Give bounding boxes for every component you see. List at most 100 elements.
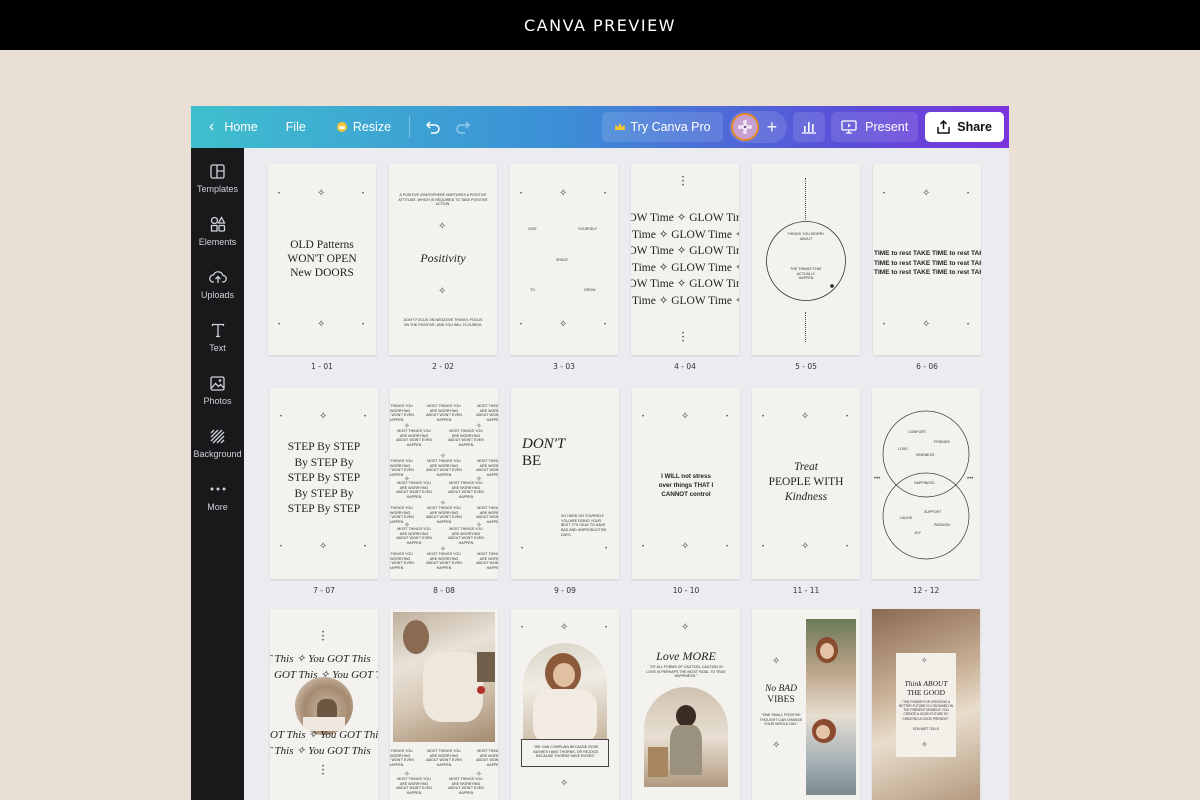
dot-icon: • — [278, 191, 281, 197]
page-thumbnail-15[interactable]: ✧ • • "WE CAN COMPLAIN BECAUSE ROSE BUSH… — [511, 609, 619, 800]
page-6-pattern: TIME to rest TAKE TIME to rest TAKE TIME… — [874, 250, 981, 276]
dot-icon: • — [280, 414, 283, 420]
add-collaborator-icon[interactable]: + — [767, 118, 778, 136]
page-thumbnail-16[interactable]: ✧ Love MORE "OF ALL FORMS OF CAUTION, CA… — [632, 609, 740, 800]
page-thumbnail-9[interactable]: DON'T BE SO HARD ON YOURSELF. YOU ARE DO… — [511, 388, 619, 579]
share-icon — [937, 120, 950, 134]
page-label: 4 - 04 — [674, 362, 696, 371]
page-thumbnail-4[interactable]: ••• GLOW Time ✧ GLOW Time ✧ GLOW GLOW Ti… — [631, 164, 739, 355]
photo-apple — [477, 686, 485, 694]
sparkle-icon: ✧ — [560, 778, 569, 789]
page-17-headline: No BAD VIBES — [765, 684, 797, 705]
undo-button[interactable] — [418, 112, 448, 142]
sparkle-icon: ✧ — [319, 411, 328, 422]
share-label: Share — [957, 120, 992, 134]
page-thumbnail-10[interactable]: ✧ • • I WILL not stress over things THAT… — [632, 388, 740, 579]
dotted-line: • • • — [682, 331, 685, 345]
page-thumbnail-17[interactable]: ✧ No BAD VIBES "ONE SMALL POSITIVE THOUG… — [752, 609, 860, 800]
dotted-line — [805, 312, 806, 342]
sidebar-item-more[interactable]: More — [191, 478, 244, 526]
sidebar-item-elements[interactable]: Elements — [191, 213, 244, 261]
dot-icon: • — [642, 414, 645, 420]
page-thumbnail-7[interactable]: ✧ • • STEP By STEP By STEP By STEP By ST… — [270, 388, 378, 579]
text-icon — [211, 323, 224, 337]
avatar[interactable] — [730, 113, 759, 141]
sparkle-icon: ✧ — [801, 541, 810, 552]
photo-head — [403, 620, 429, 654]
sparkle-icon: ✧ — [922, 319, 931, 330]
share-button[interactable]: Share — [925, 112, 1004, 142]
file-menu-button[interactable]: File — [278, 112, 314, 142]
sparkle-icon: ✧ — [921, 656, 928, 665]
word: YOURSELF — [578, 227, 598, 231]
text-line: New DOORS — [290, 267, 354, 279]
page-thumbnail-8[interactable]: MOST THINGS YOU ARE WORRYING ABOUT WON'T… — [390, 388, 498, 579]
photo-body — [670, 725, 702, 775]
page-thumbnail-11[interactable]: ✧ • • Treat PEOPLE WITH Kindness ✧ • • — [752, 388, 860, 579]
flower-avatar-icon — [737, 120, 752, 134]
present-icon — [841, 120, 857, 134]
sidebar-item-templates[interactable]: Templates — [191, 160, 244, 208]
sidebar-item-text[interactable]: Text — [191, 319, 244, 367]
toolbar-divider — [409, 116, 411, 138]
page-7-text: STEP By STEP By STEP By STEP By STEP By … — [287, 441, 361, 515]
try-pro-label: Try Canva Pro — [630, 120, 711, 134]
word: GROW — [584, 288, 596, 292]
dot-icon: • — [520, 191, 523, 197]
page-thumbnail-14[interactable]: MOST THINGS YOU ARE WORRYING ABOUT WON'T… — [390, 609, 498, 800]
sparkle-icon: ✧ — [772, 656, 781, 667]
photo-detail — [477, 652, 495, 682]
page-label: 6 - 06 — [916, 362, 938, 371]
page-thumbnail-3[interactable]: ✧ • • GIVE YOURSELF SPACE TO GROW ✧ • • — [510, 164, 618, 355]
dot-icon: • — [967, 191, 970, 197]
page-thumbnail-5[interactable]: THINGS YOU WORRY ABOUT THE THINGS THAT A… — [752, 164, 860, 355]
present-button[interactable]: Present — [831, 112, 919, 142]
photo-sweater — [533, 689, 597, 743]
page-label: 12 - 12 — [912, 586, 940, 595]
dotted-line — [805, 178, 806, 220]
page-thumbnail-18[interactable]: ✧ Think ABOUT THE GOOD "THE POWER FOR CR… — [872, 609, 980, 800]
templates-icon — [210, 163, 225, 179]
dot-icon: • — [521, 625, 524, 631]
word: TO — [530, 288, 535, 292]
page-thumbnail-12[interactable]: COMFORT FRIENDS LOVE KINDNESS HAPPINESS … — [872, 388, 980, 579]
sidebar: Templates Elements Uploads Text Photos B… — [191, 148, 244, 800]
toolbar: ‹ Home File Resize Try Canva Pro + Prese… — [191, 106, 1009, 148]
sidebar-item-photos[interactable]: Photos — [191, 372, 244, 420]
dot-icon: • — [883, 322, 886, 328]
page-label: 2 - 02 — [432, 362, 454, 371]
chevron-left-icon: ‹ — [209, 118, 215, 135]
page-label: 5 - 05 — [795, 362, 817, 371]
redo-button[interactable] — [448, 112, 478, 142]
page-thumbnail-1[interactable]: ✧ • • OLD Patterns WON'T OPEN New DOORS … — [268, 164, 376, 355]
collaborators: + — [728, 111, 788, 143]
dot-icon: • — [642, 544, 645, 550]
photo-face — [816, 725, 830, 739]
page-thumbnail-6[interactable]: ✧ • • TIME to rest TAKE TIME to rest TAK… — [873, 164, 981, 355]
canva-editor: ‹ Home File Resize Try Canva Pro + Prese… — [191, 106, 1009, 800]
sidebar-item-uploads[interactable]: Uploads — [191, 266, 244, 314]
page-thumbnail-13[interactable]: ••• GOT This ✧ You GOT This GOT This ✧ Y… — [270, 609, 378, 800]
present-label: Present — [865, 120, 909, 134]
page-18-quote: "THE POWER FOR CREATING A BETTER FUTURE … — [899, 700, 953, 721]
page-2-headline: Positivity — [420, 251, 466, 265]
insights-button[interactable] — [793, 112, 826, 142]
page-label: 10 - 10 — [672, 586, 700, 595]
sidebar-item-background[interactable]: Background — [191, 425, 244, 473]
sparkle-icon: ✧ — [317, 319, 326, 330]
try-canva-pro-button[interactable]: Try Canva Pro — [601, 112, 723, 142]
page-label: 1 - 01 — [311, 362, 333, 371]
page-2-top-text: A POSITIVE ATMOSPHERE NURTURES A POSITIV… — [398, 193, 488, 207]
page-thumbnail-2[interactable]: A POSITIVE ATMOSPHERE NURTURES A POSITIV… — [389, 164, 497, 355]
upload-icon — [208, 271, 227, 283]
sparkle-icon: ✧ — [922, 188, 931, 199]
resize-button[interactable]: Resize — [328, 112, 399, 142]
sparkle-icon: ✧ — [319, 541, 328, 552]
pages-grid: ✧ • • OLD Patterns WON'T OPEN New DOORS … — [244, 148, 1009, 800]
quote-box: "WE CAN COMPLAIN BECAUSE ROSE BUSHES HAV… — [521, 739, 609, 767]
home-button[interactable]: ‹ Home — [201, 112, 266, 142]
page-15-quote: "WE CAN COMPLAIN BECAUSE ROSE BUSHES HAV… — [533, 745, 599, 759]
sparkle-icon: ✧ — [438, 286, 447, 297]
dot-icon: • — [846, 544, 849, 550]
dot-icon: • — [604, 322, 607, 328]
